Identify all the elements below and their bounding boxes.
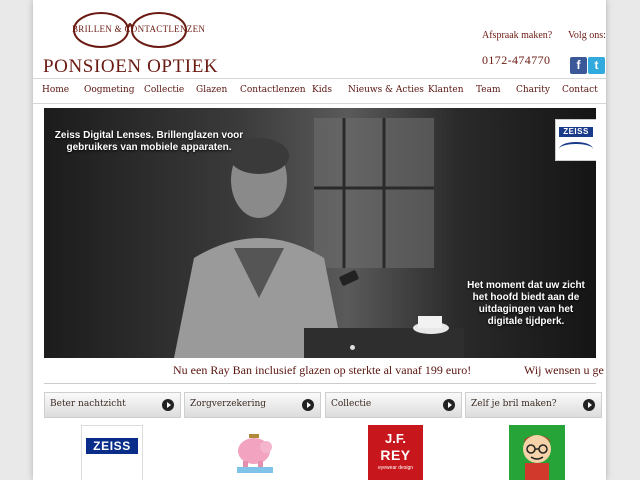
tile-label: Zelf je bril maken? — [471, 399, 557, 409]
tile-zorgverzekering[interactable]: Zorgverzekering — [184, 392, 321, 418]
nav-item-collectie[interactable]: Collectie — [144, 85, 184, 95]
nav-item-home[interactable]: Home — [42, 85, 69, 95]
twitter-icon[interactable]: t — [588, 57, 605, 74]
ticker-message[interactable]: Nu een Ray Ban inclusief glazen op sterk… — [173, 363, 471, 378]
zeiss-logo: ZEISS — [555, 119, 596, 161]
nav-item-glazen[interactable]: Glazen — [196, 85, 227, 95]
jfrey-logo[interactable]: J.F. REY eyewear design — [368, 425, 423, 480]
news-ticker: Nu een Ray Ban inclusief glazen op sterk… — [33, 358, 606, 384]
nav-item-team[interactable]: Team — [476, 85, 501, 95]
tile-collectie[interactable]: Collectie — [325, 392, 462, 418]
nav-item-contact[interactable]: Contact — [562, 85, 598, 95]
divider — [44, 383, 596, 384]
ticker-message-next[interactable]: Wij wensen u ge — [524, 363, 604, 378]
nav-item-oogmeting[interactable]: Oogmeting — [84, 85, 134, 95]
facebook-glyph: f — [576, 58, 581, 72]
hero-caption-right: Het moment dat uw zicht het hoofd biedt … — [467, 280, 585, 327]
arrow-right-icon — [583, 399, 595, 411]
slider-indicator-dot[interactable] — [350, 345, 355, 350]
piggy-bank-graphic — [237, 434, 273, 473]
tile-beter-nachtzicht[interactable]: Beter nachtzicht — [44, 392, 181, 418]
nav-item-contactlenzen[interactable]: Contactlenzen — [240, 85, 306, 95]
arrow-right-icon — [443, 399, 455, 411]
tile-label: Zorgverzekering — [190, 399, 267, 409]
nav-item-charity[interactable]: Charity — [516, 85, 550, 95]
phone-number[interactable]: 0172-474770 — [482, 53, 550, 68]
logo-subtitle: BRILLEN & CONTACTLENZEN — [72, 24, 206, 34]
zeiss-thumbnail[interactable]: ZEISS — [81, 425, 143, 480]
jfrey-name: REY — [380, 447, 411, 463]
logo[interactable]: BRILLEN & CONTACTLENZEN PONSIOEN OPTIEK — [41, 6, 231, 77]
tile-label: Beter nachtzicht — [50, 399, 126, 409]
page: BRILLEN & CONTACTLENZEN PONSIOEN OPTIEK … — [33, 0, 606, 480]
hero-slider[interactable]: Zeiss Digital Lenses. Brillenglazen voor… — [44, 108, 596, 358]
kids-cartoon-icon[interactable] — [509, 425, 565, 480]
appointment-label[interactable]: Afspraak maken? — [482, 30, 552, 41]
zeiss-thumb-text: ZEISS — [86, 438, 138, 454]
tile-zelf-je-bril-maken[interactable]: Zelf je bril maken? — [465, 392, 602, 418]
arrow-right-icon — [162, 399, 174, 411]
main-nav: Home Oogmeting Collectie Glazen Contactl… — [33, 78, 606, 104]
logo-title: PONSIOEN OPTIEK — [43, 56, 219, 77]
jfrey-tagline: eyewear design — [377, 465, 414, 471]
zeiss-badge-text: ZEISS — [559, 127, 593, 137]
arrow-right-icon — [302, 399, 314, 411]
zeiss-badge-arc — [559, 142, 593, 156]
follow-us-label: Volg ons: — [568, 30, 606, 41]
kids-cartoon-graphic — [523, 435, 551, 480]
twitter-glyph: t — [594, 58, 599, 72]
tile-label: Collectie — [331, 399, 372, 409]
jfrey-initials: J.F. — [385, 431, 406, 446]
nav-item-kids[interactable]: Kids — [312, 85, 332, 95]
hero-caption-left: Zeiss Digital Lenses. Brillenglazen voor… — [54, 130, 244, 153]
nav-item-klanten[interactable]: Klanten — [428, 85, 464, 95]
nav-item-nieuws-acties[interactable]: Nieuws & Acties — [348, 85, 424, 95]
piggy-bank-icon[interactable] — [229, 425, 279, 475]
facebook-icon[interactable]: f — [570, 57, 587, 74]
